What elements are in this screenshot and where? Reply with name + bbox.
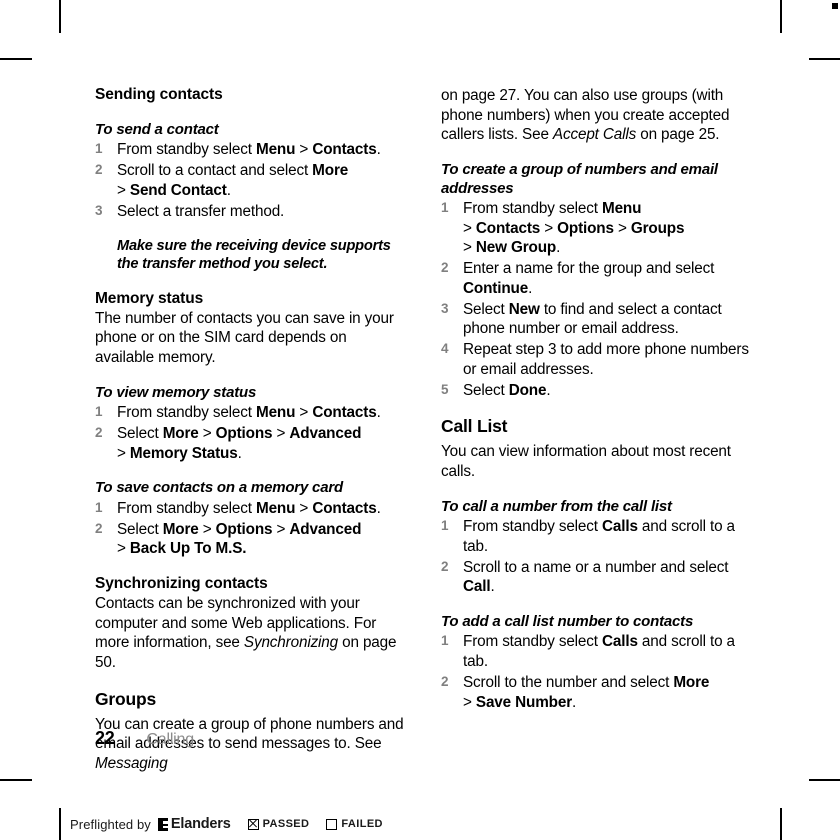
- step-item: Scroll to a name or a number and select …: [441, 558, 729, 596]
- procedure-title: To add a call list number to contacts: [441, 612, 694, 630]
- crop-mark-top-left-vertical: [59, 0, 61, 33]
- page-number: 22: [95, 728, 115, 748]
- step-item: Repeat step 3 to add more phone numbers …: [441, 340, 749, 378]
- procedure-title: To call a number from the call list: [441, 497, 672, 515]
- crop-mark-bottom-right-horizontal: [809, 779, 840, 781]
- heading-memory-status: Memory status: [95, 289, 204, 307]
- step-list: From standby select Menu > Contacts. Scro…: [95, 140, 409, 221]
- note-text: Make sure the receiving device supports …: [117, 238, 391, 273]
- step-list: From standby select Menu > Contacts. Sele…: [95, 403, 409, 463]
- registration-square-mark: [832, 3, 838, 9]
- two-column-body: Sending contacts To send a contact From …: [95, 86, 755, 774]
- procedure-save-contacts-memory-card: To save contacts on a memory card From s…: [95, 479, 409, 559]
- procedure-create-group: To create a group of numbers and email a…: [441, 161, 755, 400]
- heading-sending-contacts: Sending contacts: [95, 86, 223, 103]
- elanders-logo-text: Elanders: [170, 816, 231, 832]
- step-list: From standby select Menu > Contacts. Sele…: [95, 499, 409, 559]
- step-item: Select Done.: [441, 381, 551, 399]
- step-item: Scroll to the number and select More > Sa…: [441, 673, 710, 711]
- procedure-title: To create a group of numbers and email a…: [441, 161, 718, 197]
- step-item: From standby select Menu > Contacts.: [95, 499, 381, 517]
- procedure-add-call-list-number: To add a call list number to contacts Fr…: [441, 613, 755, 712]
- synchronizing-contacts-body: Contacts can be synchronized with your c…: [95, 594, 397, 671]
- step-item: From standby select Menu > Contacts.: [95, 140, 381, 159]
- crop-mark-top-left-horizontal: [0, 58, 32, 60]
- preflight-stamp: Preflighted by Elanders PASSED FAILED: [70, 816, 383, 832]
- memory-status-body: The number of contacts you can save in y…: [95, 309, 394, 367]
- left-column: Sending contacts To send a contact From …: [95, 86, 409, 774]
- crop-mark-bottom-right-vertical: [780, 808, 782, 840]
- procedure-title: To view memory status: [95, 383, 257, 401]
- elanders-logo-mark-icon: [157, 817, 168, 831]
- chapter-label: Calling: [146, 731, 194, 748]
- step-item: From standby select Calls and scroll to …: [441, 632, 735, 671]
- step-item: Select a transfer method.: [95, 202, 285, 220]
- groups-body-continued: on page 27. You can also use groups (wit…: [441, 87, 730, 144]
- step-item: From standby select Menu > Contacts > Opt…: [441, 199, 685, 257]
- preflight-passed-label: PASSED: [262, 818, 310, 830]
- note-callout: Make sure the receiving device supports …: [95, 237, 409, 273]
- procedure-title: To save contacts on a memory card: [95, 479, 343, 497]
- step-item: Select More > Options > Advanced > Back U…: [95, 520, 362, 558]
- exclamation-icon: [96, 240, 103, 258]
- crop-mark-bottom-left-vertical: [59, 808, 61, 840]
- checkbox-checked-icon: [247, 818, 259, 830]
- step-list: From standby select Calls and scroll to …: [441, 517, 755, 597]
- procedure-call-number-from-list: To call a number from the call list From…: [441, 498, 755, 597]
- crop-mark-top-right-vertical: [780, 0, 782, 33]
- step-item: Select New to find and select a contact …: [441, 300, 722, 338]
- preflight-label: Preflighted by: [70, 816, 151, 832]
- step-item: Scroll to a contact and select More > Sen…: [95, 161, 349, 199]
- step-item: From standby select Calls and scroll to …: [441, 517, 735, 555]
- page-footer: 22 Calling: [95, 728, 194, 749]
- manual-page: Sending contacts To send a contact From …: [0, 0, 840, 840]
- step-item: Select More > Options > Advanced > Memory…: [95, 424, 362, 462]
- heading-groups: Groups: [95, 688, 157, 709]
- elanders-logo: Elanders: [157, 816, 231, 832]
- step-list: From standby select Calls and scroll to …: [441, 632, 755, 712]
- section-memory-status: Memory status The number of contacts you…: [95, 290, 409, 368]
- section-synchronizing-contacts: Synchronizing contacts Contacts can be s…: [95, 575, 409, 673]
- preflight-failed-label: FAILED: [341, 818, 383, 830]
- step-item: From standby select Menu > Contacts.: [95, 403, 381, 422]
- procedure-title: To send a contact: [95, 120, 219, 138]
- section-call-list: Call List You can view information about…: [441, 416, 755, 481]
- section-sending-contacts: Sending contacts: [95, 86, 409, 105]
- step-list: From standby select Menu > Contacts > Opt…: [441, 199, 755, 400]
- heading-call-list: Call List: [441, 416, 508, 437]
- procedure-send-a-contact: To send a contact From standby select Me…: [95, 121, 409, 221]
- call-list-body: You can view information about most rece…: [441, 443, 731, 480]
- crop-mark-bottom-left-horizontal: [0, 779, 32, 781]
- preflight-failed-checkbox[interactable]: FAILED: [326, 818, 383, 830]
- step-item: Enter a name for the group and select Co…: [441, 259, 715, 297]
- procedure-view-memory-status: To view memory status From standby selec…: [95, 384, 409, 464]
- right-column: on page 27. You can also use groups (wit…: [441, 86, 755, 774]
- preflight-passed-checkbox[interactable]: PASSED: [247, 818, 310, 830]
- crop-mark-top-right-horizontal: [809, 58, 840, 60]
- heading-synchronizing-contacts: Synchronizing contacts: [95, 574, 268, 592]
- checkbox-empty-icon: [326, 818, 338, 830]
